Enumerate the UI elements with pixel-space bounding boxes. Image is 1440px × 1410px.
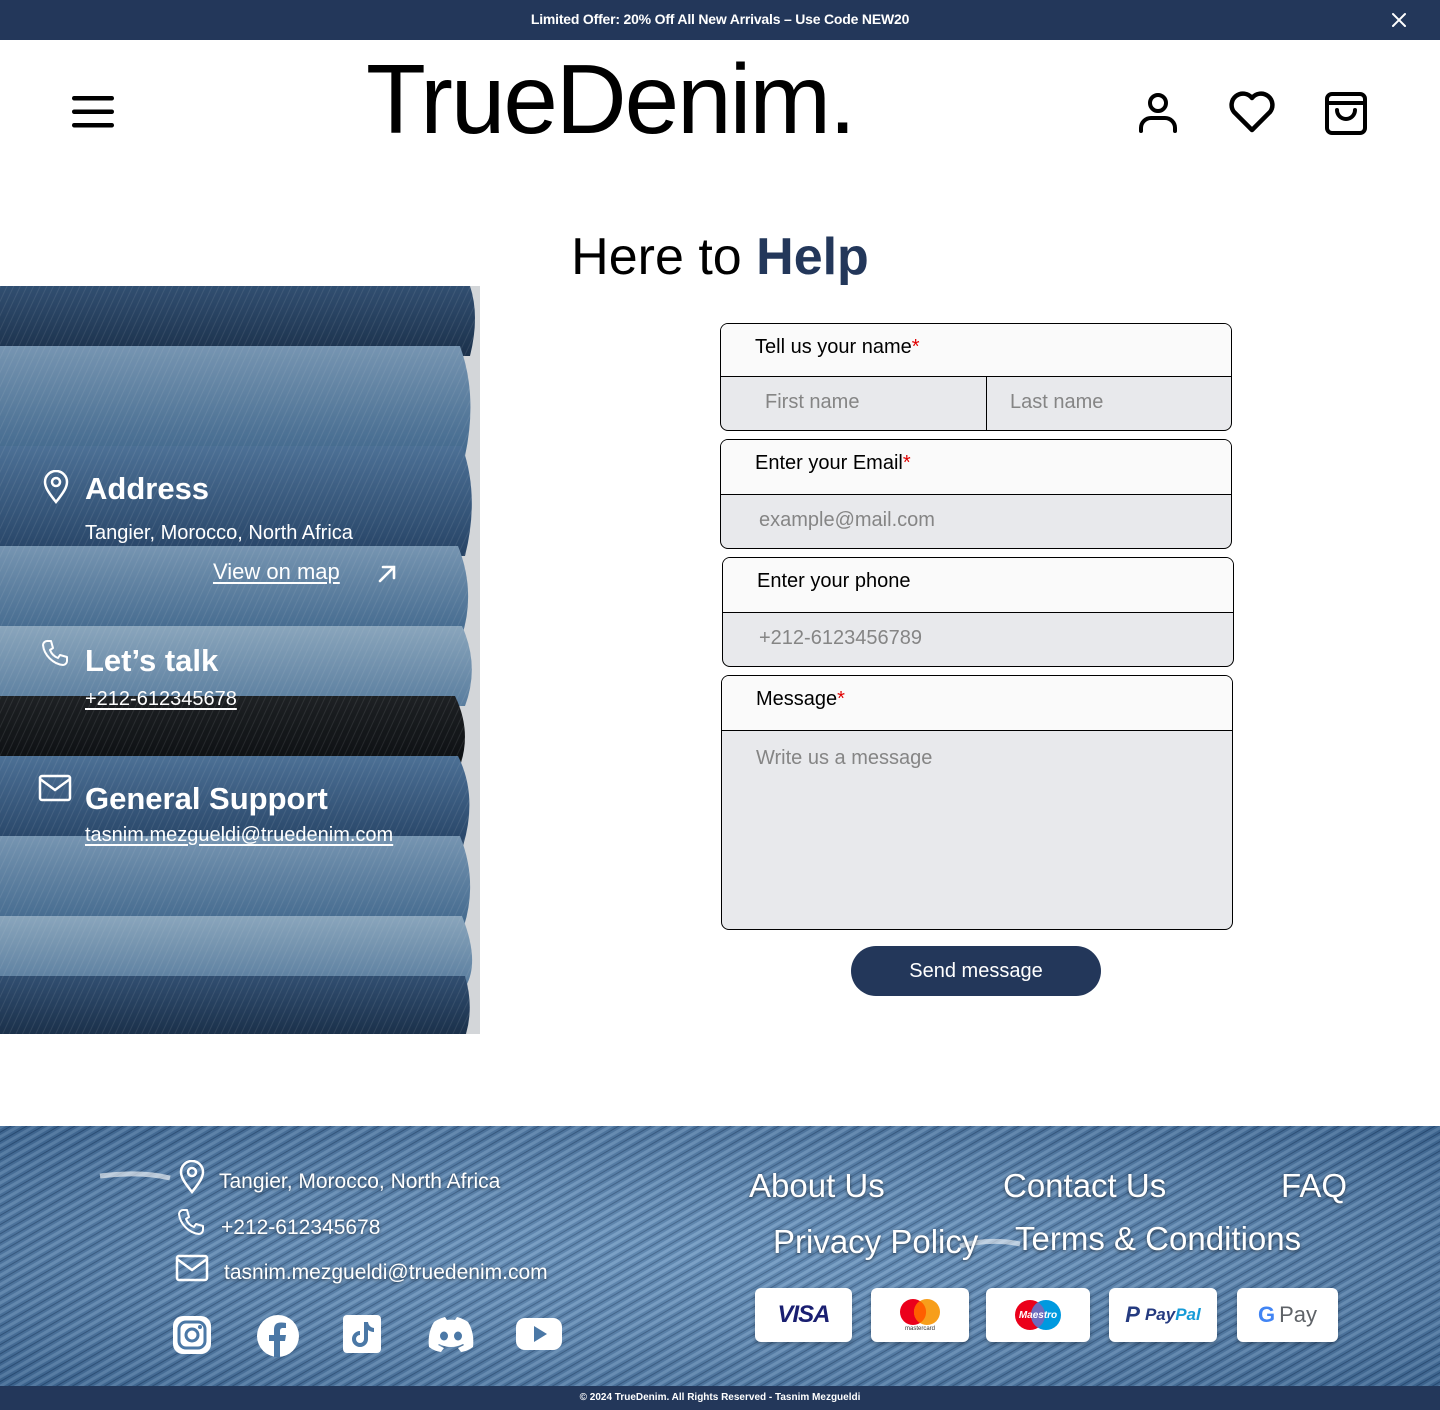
- address-block: Address Tangier, Morocco, North Africa: [85, 470, 353, 545]
- email-label-text: Enter your Email: [755, 452, 903, 474]
- google-pay-label: Pay: [1279, 1302, 1318, 1327]
- view-on-map-label: View on map: [213, 559, 340, 584]
- view-on-map-link[interactable]: View on map: [213, 559, 340, 585]
- arrow-up-right-icon[interactable]: [376, 563, 398, 585]
- footer-link-privacy[interactable]: Privacy Policy: [773, 1223, 978, 1261]
- mastercard-label: mastercard: [904, 1326, 935, 1332]
- location-pin-icon: [43, 470, 69, 504]
- address-title: Address: [85, 471, 210, 506]
- paypal-label-pal: Pal: [1175, 1305, 1201, 1324]
- maestro-label: Maestro: [1018, 1309, 1058, 1321]
- footer-link-contact[interactable]: Contact Us: [1003, 1167, 1166, 1205]
- paypal-label: PayPal: [1145, 1305, 1201, 1325]
- footer-link-terms[interactable]: Terms & Conditions: [1015, 1220, 1301, 1258]
- support-block: General Support tasnim.mezgueldi@trueden…: [85, 780, 393, 847]
- last-name-input[interactable]: [1010, 391, 1231, 414]
- required-mark: *: [911, 336, 920, 358]
- name-label-text: Tell us your name: [755, 336, 912, 358]
- denim-stack-image: [0, 286, 480, 1034]
- brand-logo[interactable]: TrueDenim.: [366, 45, 856, 154]
- announcement-text: Limited Offer: 20% Off All New Arrivals …: [530, 11, 910, 27]
- footer-email[interactable]: tasnim.mezgueldi@truedenim.com: [224, 1261, 548, 1285]
- page-title-accent: Help: [756, 228, 869, 286]
- page-title-plain: Here to: [571, 228, 757, 286]
- menu-icon[interactable]: [70, 93, 116, 131]
- copyright-bar: © 2024 TrueDenim. All Rights Reserved - …: [0, 1386, 1440, 1410]
- visa-label: VISA: [777, 1301, 830, 1328]
- visa-badge: VISA: [755, 1288, 852, 1342]
- address-text: Tangier, Morocco, North Africa: [85, 522, 353, 545]
- email-input[interactable]: [759, 509, 1231, 532]
- support-title: General Support: [85, 781, 328, 816]
- user-icon[interactable]: [1136, 90, 1180, 134]
- paypal-badge: P PayPal: [1109, 1288, 1217, 1342]
- message-label: Message*: [722, 676, 1232, 731]
- copyright-text: © 2024 TrueDenim. All Rights Reserved - …: [579, 1392, 861, 1403]
- email-label: Enter your Email*: [721, 440, 1231, 495]
- name-field-group: Tell us your name*: [720, 323, 1232, 431]
- facebook-icon[interactable]: [256, 1314, 300, 1358]
- shopping-bag-icon[interactable]: [1323, 88, 1369, 136]
- footer-link-faq[interactable]: FAQ: [1281, 1167, 1347, 1205]
- phone-input[interactable]: [759, 627, 1233, 650]
- footer-address: Tangier, Morocco, North Africa: [219, 1170, 501, 1193]
- footer-mail-icon: [175, 1254, 209, 1282]
- send-message-button[interactable]: Send message: [851, 946, 1101, 996]
- required-mark: *: [837, 688, 845, 710]
- footer-location-pin-icon: [179, 1160, 205, 1194]
- page-title: Here to Help: [0, 226, 1440, 288]
- support-email-link[interactable]: tasnim.mezgueldi@truedenim.com: [85, 823, 393, 847]
- footer-phone[interactable]: +212-612345678: [221, 1216, 380, 1240]
- google-g-icon: G: [1257, 1302, 1276, 1327]
- discord-icon[interactable]: [426, 1314, 476, 1354]
- first-name-input[interactable]: [765, 391, 986, 414]
- message-label-text: Message: [756, 688, 838, 710]
- footer-phone-icon: [178, 1209, 204, 1235]
- maestro-badge: Maestro: [986, 1288, 1090, 1342]
- instagram-icon[interactable]: [171, 1314, 213, 1356]
- phone-field-group: Enter your phone: [722, 557, 1234, 667]
- mastercard-badge: mastercard: [871, 1288, 969, 1342]
- phone-label-text: Enter your phone: [757, 570, 911, 592]
- email-field-group: Enter your Email*: [720, 439, 1232, 549]
- google-pay-badge: G Pay: [1237, 1288, 1338, 1342]
- talk-title: Let’s talk: [85, 643, 219, 678]
- talk-block: Let’s talk +212-612345678: [85, 642, 237, 711]
- phone-link[interactable]: +212-612345678: [85, 687, 237, 711]
- message-field-group: Message*: [721, 675, 1233, 930]
- phone-icon: [42, 640, 68, 666]
- youtube-icon[interactable]: [515, 1314, 563, 1354]
- paypal-p-icon: P: [1125, 1302, 1140, 1327]
- mastercard-logo-icon: [900, 1299, 940, 1325]
- phone-label: Enter your phone: [723, 558, 1233, 613]
- tiktok-icon[interactable]: [342, 1314, 382, 1354]
- footer-link-about[interactable]: About Us: [749, 1167, 885, 1205]
- message-textarea[interactable]: [756, 747, 1232, 917]
- paypal-label-pay: Pay: [1144, 1305, 1176, 1324]
- mail-icon: [38, 774, 72, 802]
- name-label: Tell us your name*: [721, 324, 1231, 377]
- heart-icon[interactable]: [1227, 90, 1277, 134]
- announcement-bar: Limited Offer: 20% Off All New Arrivals …: [0, 0, 1440, 40]
- close-icon[interactable]: [1390, 11, 1408, 29]
- required-mark: *: [902, 452, 911, 474]
